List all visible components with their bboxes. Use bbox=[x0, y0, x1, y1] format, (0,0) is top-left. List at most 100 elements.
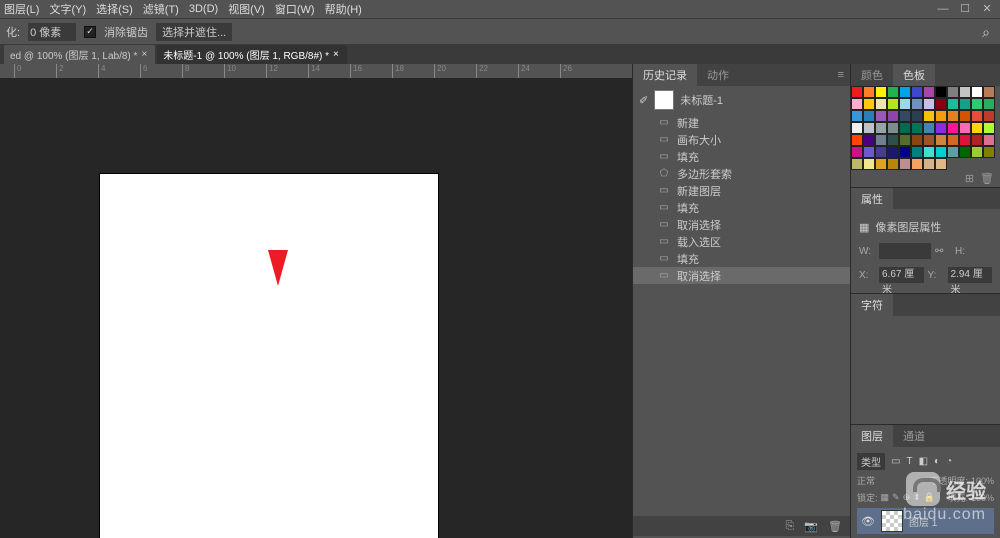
swatch-28[interactable] bbox=[899, 110, 911, 122]
swatch-16[interactable] bbox=[899, 98, 911, 110]
document-tab-1-close-icon[interactable]: × bbox=[333, 49, 339, 60]
layer-item[interactable]: 👁 图层 1 bbox=[857, 508, 994, 534]
menu-layer[interactable]: 图层(L) bbox=[4, 1, 39, 17]
swatch-2[interactable] bbox=[875, 86, 887, 98]
tab-color[interactable]: 颜色 bbox=[851, 64, 893, 86]
new-swatch-icon[interactable]: ⊞ bbox=[965, 172, 974, 185]
visibility-icon[interactable]: 👁 bbox=[861, 515, 875, 528]
swatch-59[interactable] bbox=[983, 134, 995, 146]
panel-menu-icon[interactable]: ≡ bbox=[832, 69, 850, 81]
swatch-48[interactable] bbox=[851, 134, 863, 146]
link-icon[interactable]: ⚯ bbox=[935, 246, 951, 257]
swatch-18[interactable] bbox=[923, 98, 935, 110]
swatch-41[interactable] bbox=[911, 122, 923, 134]
swatch-38[interactable] bbox=[875, 122, 887, 134]
filter-pixel-icon[interactable]: ▭ bbox=[891, 456, 900, 467]
swatch-37[interactable] bbox=[863, 122, 875, 134]
antialias-checkbox[interactable]: ✓ bbox=[84, 26, 96, 38]
tab-character[interactable]: 字符 bbox=[851, 294, 893, 316]
x-value[interactable]: 6.67 厘米 bbox=[879, 267, 924, 283]
layer-filter-type[interactable]: 类型 bbox=[857, 453, 885, 470]
history-item-1[interactable]: ▭画布大小 bbox=[633, 131, 850, 148]
create-doc-icon[interactable]: ⎘ bbox=[786, 520, 795, 533]
tab-properties[interactable]: 属性 bbox=[851, 188, 893, 210]
menu-help[interactable]: 帮助(H) bbox=[325, 1, 362, 17]
swatch-54[interactable] bbox=[923, 134, 935, 146]
history-item-8[interactable]: ▭填充 bbox=[633, 250, 850, 267]
opacity-value[interactable]: 100% bbox=[971, 476, 994, 486]
tab-layers[interactable]: 图层 bbox=[851, 425, 893, 447]
swatch-52[interactable] bbox=[899, 134, 911, 146]
filter-text-icon[interactable]: T bbox=[906, 456, 912, 467]
history-item-0[interactable]: ▭新建 bbox=[633, 114, 850, 131]
maximize-button[interactable]: ☐ bbox=[958, 2, 972, 15]
lock-pixels-icon[interactable]: ▦ bbox=[881, 492, 890, 503]
tab-actions[interactable]: 动作 bbox=[697, 64, 739, 86]
layer-name[interactable]: 图层 1 bbox=[909, 514, 937, 529]
menu-filter[interactable]: 滤镜(T) bbox=[143, 1, 179, 17]
menu-3d[interactable]: 3D(D) bbox=[189, 3, 218, 15]
swatch-49[interactable] bbox=[863, 134, 875, 146]
swatch-23[interactable] bbox=[983, 98, 995, 110]
swatch-36[interactable] bbox=[851, 122, 863, 134]
filter-shape-icon[interactable]: ◐ bbox=[934, 456, 940, 467]
swatch-0[interactable] bbox=[851, 86, 863, 98]
lock-position-icon[interactable]: ⊕ bbox=[903, 492, 911, 503]
swatch-56[interactable] bbox=[947, 134, 959, 146]
swatch-19[interactable] bbox=[935, 98, 947, 110]
filter-smart-icon[interactable]: ◔ bbox=[946, 456, 952, 467]
history-item-9[interactable]: ▭取消选择 bbox=[633, 267, 850, 284]
swatch-45[interactable] bbox=[959, 122, 971, 134]
swatch-22[interactable] bbox=[971, 98, 983, 110]
swatch-79[interactable] bbox=[935, 158, 947, 170]
swatch-1[interactable] bbox=[863, 86, 875, 98]
swatch-67[interactable] bbox=[935, 146, 947, 158]
lock-all-icon[interactable]: 🔒 bbox=[924, 492, 935, 503]
swatch-7[interactable] bbox=[935, 86, 947, 98]
swatch-4[interactable] bbox=[899, 86, 911, 98]
swatch-17[interactable] bbox=[911, 98, 923, 110]
swatch-14[interactable] bbox=[875, 98, 887, 110]
document-tab-1[interactable]: 未标题-1 @ 100% (图层 1, RGB/8#) * × bbox=[157, 45, 347, 64]
swatch-13[interactable] bbox=[863, 98, 875, 110]
swatch-47[interactable] bbox=[983, 122, 995, 134]
w-input[interactable] bbox=[879, 243, 931, 259]
swatch-69[interactable] bbox=[959, 146, 971, 158]
blend-mode-select[interactable]: 正常 bbox=[857, 474, 875, 487]
swatch-39[interactable] bbox=[887, 122, 899, 134]
document-tab-0[interactable]: ed @ 100% (图层 1, Lab/8) * × bbox=[4, 45, 155, 64]
history-item-2[interactable]: ▭填充 bbox=[633, 148, 850, 165]
swatch-72[interactable] bbox=[851, 158, 863, 170]
swatch-27[interactable] bbox=[887, 110, 899, 122]
tab-history[interactable]: 历史记录 bbox=[633, 64, 697, 86]
swatch-70[interactable] bbox=[971, 146, 983, 158]
document-tab-0-close-icon[interactable]: × bbox=[141, 49, 147, 60]
swatch-50[interactable] bbox=[875, 134, 887, 146]
swatch-60[interactable] bbox=[851, 146, 863, 158]
history-item-4[interactable]: ▭新建图层 bbox=[633, 182, 850, 199]
fill-value[interactable]: 100% bbox=[971, 493, 994, 503]
swatch-3[interactable] bbox=[887, 86, 899, 98]
swatch-65[interactable] bbox=[911, 146, 923, 158]
swatch-46[interactable] bbox=[971, 122, 983, 134]
swatch-30[interactable] bbox=[923, 110, 935, 122]
swatch-57[interactable] bbox=[959, 134, 971, 146]
swatch-21[interactable] bbox=[959, 98, 971, 110]
swatch-34[interactable] bbox=[971, 110, 983, 122]
swatch-61[interactable] bbox=[863, 146, 875, 158]
history-item-5[interactable]: ▭填充 bbox=[633, 199, 850, 216]
lock-brush-icon[interactable]: ✎ bbox=[892, 492, 900, 503]
y-value[interactable]: 2.94 厘米 bbox=[948, 267, 993, 283]
menu-view[interactable]: 视图(V) bbox=[228, 1, 265, 17]
swatch-77[interactable] bbox=[911, 158, 923, 170]
menu-window[interactable]: 窗口(W) bbox=[275, 1, 315, 17]
swatch-25[interactable] bbox=[863, 110, 875, 122]
swatch-5[interactable] bbox=[911, 86, 923, 98]
canvas[interactable] bbox=[100, 174, 438, 538]
swatch-26[interactable] bbox=[875, 110, 887, 122]
swatch-24[interactable] bbox=[851, 110, 863, 122]
swatch-10[interactable] bbox=[971, 86, 983, 98]
swatch-63[interactable] bbox=[887, 146, 899, 158]
swatch-29[interactable] bbox=[911, 110, 923, 122]
swatch-32[interactable] bbox=[947, 110, 959, 122]
